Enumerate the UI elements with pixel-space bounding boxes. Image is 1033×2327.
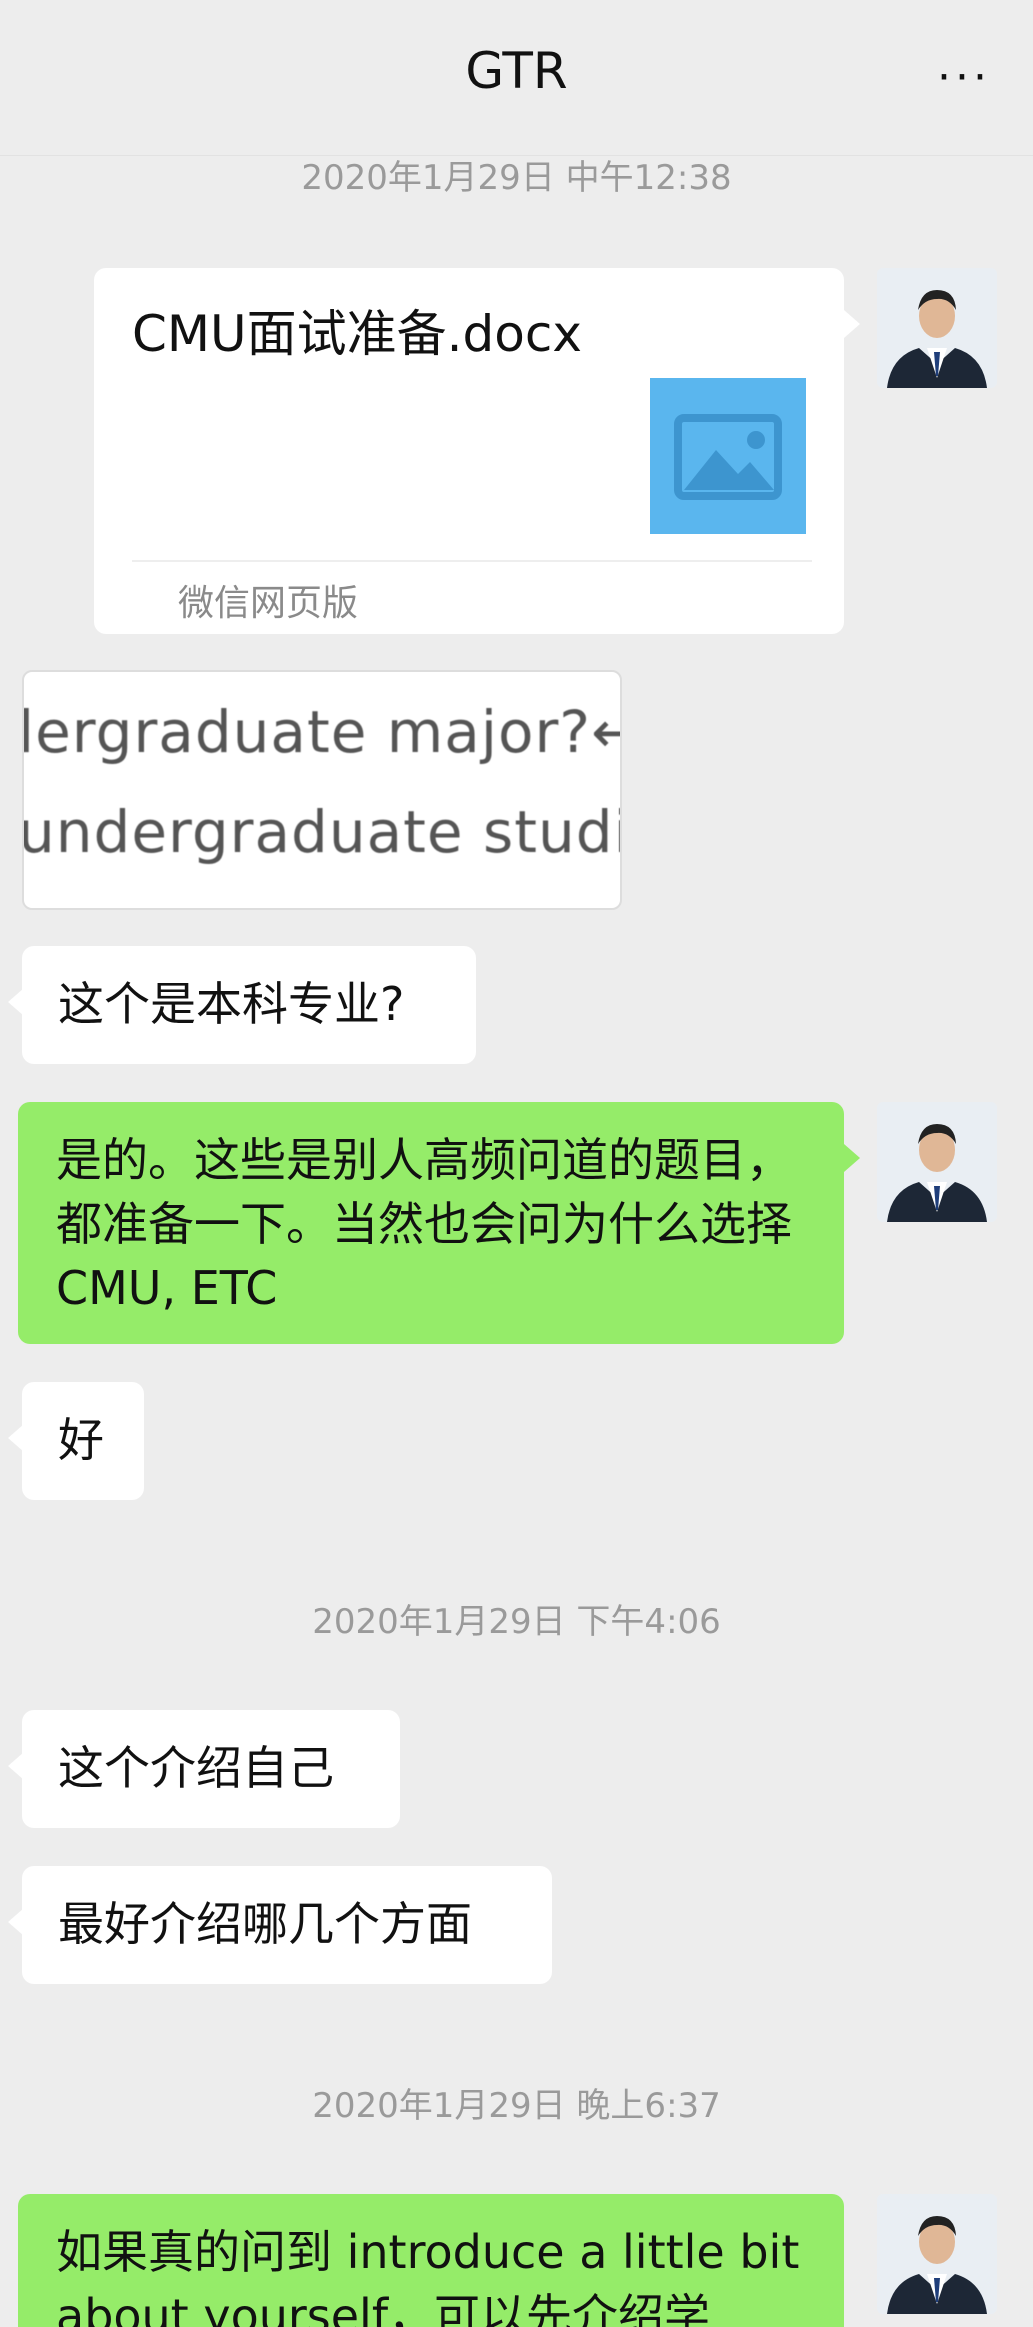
message-text: 这个介绍自己	[58, 1741, 334, 1795]
image-placeholder-icon	[650, 378, 806, 534]
message-text: 是的。这些是别人高频问道的题目，都准备一下。当然也会问为什么选择 CMU, ET…	[56, 1133, 792, 1315]
message-text: 如果真的问到 introduce a little bit about your…	[56, 2225, 800, 2327]
avatar[interactable]	[877, 1102, 997, 1222]
more-dots-icon[interactable]: ···	[937, 52, 991, 103]
file-name: CMU面试准备.docx	[132, 305, 582, 363]
avatar[interactable]	[877, 2194, 997, 2314]
message-bubble[interactable]: 这个介绍自己	[8, 1710, 400, 1828]
file-message[interactable]: CMU面试准备.docx 微信网页版	[94, 268, 860, 634]
message-text: 好	[58, 1413, 104, 1467]
message-text: 最好介绍哪几个方面	[58, 1897, 472, 1951]
message-bubble[interactable]: 这个是本科专业?	[8, 946, 476, 1064]
avatar-icon	[877, 268, 997, 388]
avatar-icon	[877, 1102, 997, 1222]
message-bubble[interactable]: 是的。这些是别人高频问道的题目，都准备一下。当然也会问为什么选择 CMU, ET…	[18, 1102, 860, 1344]
avatar[interactable]	[877, 268, 997, 388]
timestamp: 2020年1月29日 中午12:38	[301, 158, 732, 198]
message-text: 这个是本科专业?	[58, 977, 405, 1031]
divider	[132, 560, 812, 562]
message-bubble[interactable]: 好	[8, 1382, 144, 1500]
image-text-line: lergraduate major?↵	[22, 698, 622, 766]
avatar-icon	[877, 2194, 997, 2314]
timestamp: 2020年1月29日 晚上6:37	[312, 2086, 721, 2126]
file-source: 微信网页版	[178, 583, 359, 624]
image-message[interactable]: lergraduate major?↵ undergraduate studi	[22, 670, 622, 910]
timestamp: 2020年1月29日 下午4:06	[312, 1602, 721, 1642]
message-bubble[interactable]: 如果真的问到 introduce a little bit about your…	[18, 2194, 844, 2327]
image-text-line: undergraduate studi	[22, 798, 622, 866]
message-bubble[interactable]: 最好介绍哪几个方面	[8, 1866, 552, 1984]
chat-header: GTR ···	[0, 0, 1033, 156]
chat-title: GTR	[465, 42, 568, 100]
